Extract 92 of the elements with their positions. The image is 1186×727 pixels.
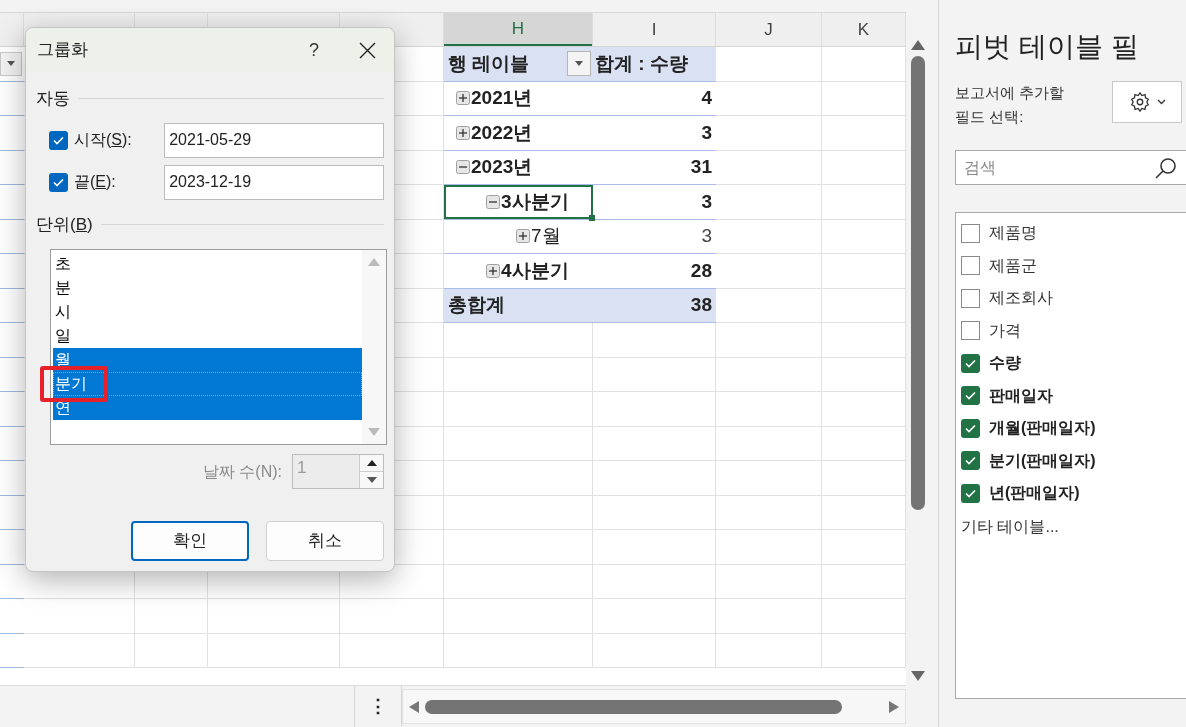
grand-total-label: 총합계 [447,293,505,317]
date-field[interactable]: 2023-12-19 [164,164,384,200]
settings-icon [1128,91,1151,113]
value-cell-text: 4 [701,86,713,110]
value-cell-text: 3 [701,189,713,214]
checkbox[interactable] [961,321,980,341]
section-label: 자동 [36,88,70,110]
unit-option[interactable]: 분 [53,276,362,300]
field-name[interactable]: 년(판매일자) [989,481,1080,506]
search-field[interactable]: 검색 [955,150,1186,185]
panel-title: 피벗 테이블 필 [955,30,1140,64]
pivot-cell[interactable]: 4사분기 [444,254,593,288]
field-name[interactable]: 제품명 [989,221,1037,246]
scroll-right-icon[interactable] [889,700,899,713]
unit-option[interactable]: 초 [53,252,362,276]
value-cell-text: 3 [701,224,713,248]
increment-icon[interactable] [366,460,377,466]
fill-handle[interactable] [589,214,595,221]
row-labels-header: 행 레이블 [448,51,530,76]
value-cell-text: 3 [701,120,713,145]
sum-header: 합계 : 수량 [594,51,688,76]
field-name[interactable]: 수량 [989,351,1021,376]
field-name[interactable]: 분기(판매일자) [989,448,1096,473]
checkbox[interactable] [961,451,980,471]
horizontal-scrollbar[interactable] [402,689,906,724]
row-label: 2021년 [471,86,533,110]
field-name[interactable]: 개월(판매일자) [989,416,1096,441]
panel-prompt: 보고서에 추가할 필드 선택: [955,83,1066,127]
ok-button[interactable]: 확인 [131,521,249,561]
pivot-cell[interactable]: 2022년 [444,116,593,150]
column-header[interactable]: J [764,16,773,43]
scroll-up-icon[interactable] [911,40,925,50]
expand-icon[interactable] [456,125,470,140]
field-name[interactable]: 판매일자 [989,383,1053,408]
row-label: 4사분기 [501,258,569,283]
cancel-button[interactable]: 취소 [266,521,384,561]
scrollbar-thumb[interactable] [425,699,842,714]
pivot-cell[interactable]: 7월 [444,219,593,253]
column-header[interactable]: H [444,13,592,46]
caret-icon [7,61,15,67]
scroll-down-icon[interactable] [911,671,925,681]
checkbox-label: 시작(S): [74,130,133,150]
checkbox-label: 끝(E): [74,172,117,192]
caret-icon [1156,99,1166,105]
row-label: 3사분기 [501,189,569,214]
dialog-title: 그룹화 [37,39,89,62]
collapse-icon[interactable] [456,160,470,175]
field-name[interactable]: 제품군 [989,253,1037,278]
filter-dropdown[interactable] [0,51,22,76]
checkbox[interactable] [961,288,980,308]
collapse-icon[interactable] [486,194,500,209]
unit-option[interactable]: 일 [53,324,362,348]
caret-icon [575,61,583,67]
filter-dropdown[interactable] [567,51,591,77]
column-header[interactable]: I [651,16,657,43]
date-field[interactable]: 2021-05-29 [164,122,384,158]
scroll-left-icon[interactable] [409,700,419,713]
checkbox[interactable] [49,172,68,192]
pivot-cell[interactable]: 2023년 [444,150,593,184]
field-name[interactable]: 제조회사 [989,286,1053,311]
checkbox[interactable] [49,130,68,150]
more-tables-link[interactable]: 기타 테이블... [961,514,1186,539]
checkbox[interactable] [961,256,980,276]
selected-cell[interactable]: 3사분기 [444,185,593,219]
pivot-cell[interactable]: 2021년 [444,81,593,115]
settings-button[interactable] [1112,81,1182,123]
value-cell-text: 31 [690,155,713,179]
close-icon[interactable] [359,41,376,59]
checkbox[interactable] [961,483,980,503]
days-label: 날짜 수(N): [202,461,282,482]
section-label: 단위(B) [36,213,93,236]
unit-option[interactable]: 시 [53,300,362,324]
search-icon [1154,155,1178,180]
checkbox[interactable] [961,353,980,373]
unit-option[interactable]: 분기 [53,372,362,396]
grand-total-value: 38 [690,293,713,317]
expand-icon[interactable] [456,91,470,106]
help-button[interactable]: ? [299,36,329,64]
expand-icon[interactable] [516,229,530,244]
decrement-icon[interactable] [366,477,377,483]
column-header[interactable]: K [857,16,870,43]
unit-option[interactable]: 연 [53,396,362,420]
row-label: 2023년 [471,155,533,179]
checkbox[interactable] [961,386,980,406]
value-cell-text: 28 [690,258,713,283]
checkbox[interactable] [961,418,980,438]
field-name[interactable]: 가격 [989,318,1021,343]
row-label: 7월 [531,224,561,248]
checkbox[interactable] [961,223,980,243]
expand-icon[interactable] [486,263,500,278]
scrollbar-thumb[interactable] [911,56,925,510]
row-label: 2022년 [471,120,533,145]
